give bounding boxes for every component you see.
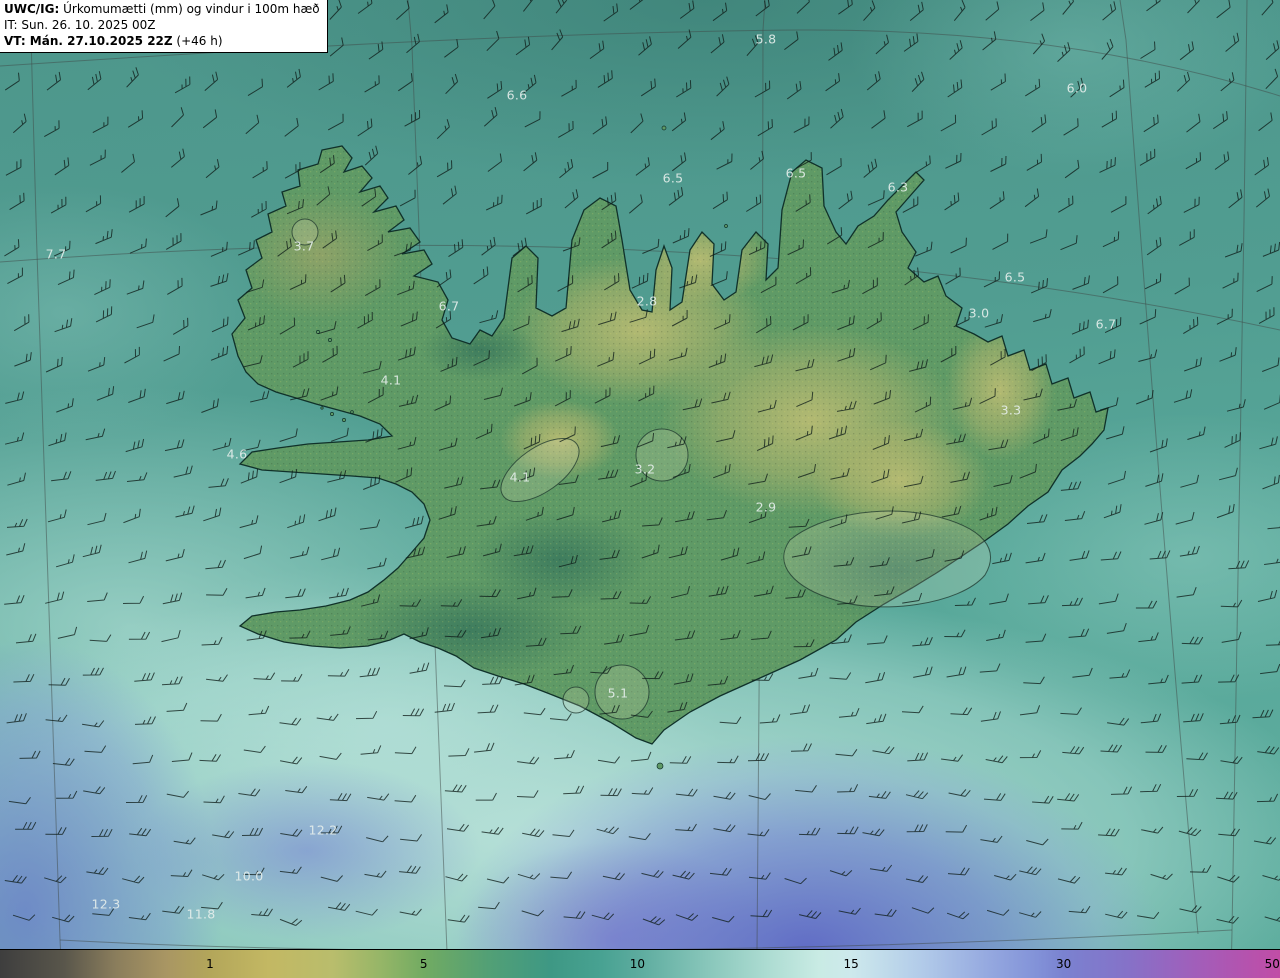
precip-value-label: 2.9 [755, 499, 777, 515]
precip-value-label: 4.1 [380, 372, 402, 388]
precip-value-label: 5.1 [607, 685, 629, 701]
precip-value-label: 6.5 [662, 170, 684, 186]
precip-value-label: 5.8 [755, 31, 777, 47]
colorbar-tick-label: 15 [843, 957, 859, 971]
weather-map: 5.8 6.6 6.0 6.5 6.5 6.3 7.7 3.7 6.7 2.8 6.5 3.0 6.7 4… [0, 0, 1280, 978]
colorbar-tick-label: 30 [1056, 957, 1072, 971]
precip-value-label: 4.6 [226, 446, 248, 462]
precip-value-label: 3.7 [293, 238, 315, 254]
precip-value-label: 6.0 [1066, 80, 1088, 96]
map-title: Úrkomumætti (mm) og vindur i 100m hæð [59, 2, 320, 16]
colorbar-tick-label: 5 [419, 957, 428, 971]
precip-value-label: 6.7 [1095, 316, 1117, 332]
precip-value-label: 11.8 [186, 906, 216, 922]
precip-value-label: 6.5 [1004, 269, 1026, 285]
info-line-valid-time: VT: Mán. 27.10.2025 22Z (+46 h) [4, 34, 320, 50]
precip-value-label: 3.0 [968, 305, 990, 321]
colorbar: 1 5 10 15 30 50 [0, 949, 1280, 978]
precip-value-label: 12.3 [91, 896, 121, 912]
precip-value-label: 3.3 [1000, 402, 1022, 418]
valid-time: VT: Mán. 27.10.2025 22Z [4, 33, 173, 48]
forecast-lead: (+46 h) [172, 33, 223, 48]
precip-value-label: 4.1 [509, 469, 531, 485]
colorbar-tick-label: 50 [1264, 957, 1280, 971]
precip-value-label: 6.5 [785, 165, 807, 181]
precip-value-label: 3.2 [634, 461, 656, 477]
model-name: UWC/IG: [4, 2, 60, 16]
precip-value-label: 2.8 [636, 293, 658, 309]
precip-value-label: 12.2 [308, 822, 338, 838]
colorbar-tick-label: 1 [206, 957, 214, 971]
precip-value-label: 6.6 [506, 87, 528, 103]
precip-value-label: 7.7 [45, 246, 67, 262]
precip-value-label: 6.7 [438, 298, 460, 314]
wind-barbs-layer [4, 0, 1280, 926]
map-info-box: UWC/IG: Úrkomumætti (mm) og vindur i 100… [0, 0, 328, 54]
colorbar-tick-label: 10 [629, 957, 646, 971]
precip-value-label: 10.0 [234, 868, 264, 884]
info-line-init-time: IT: Sun. 26. 10. 2025 00Z [4, 17, 156, 32]
precip-value-label: 6.3 [887, 179, 909, 195]
info-line-title: UWC/IG: Úrkomumætti (mm) og vindur i 100… [4, 2, 320, 18]
